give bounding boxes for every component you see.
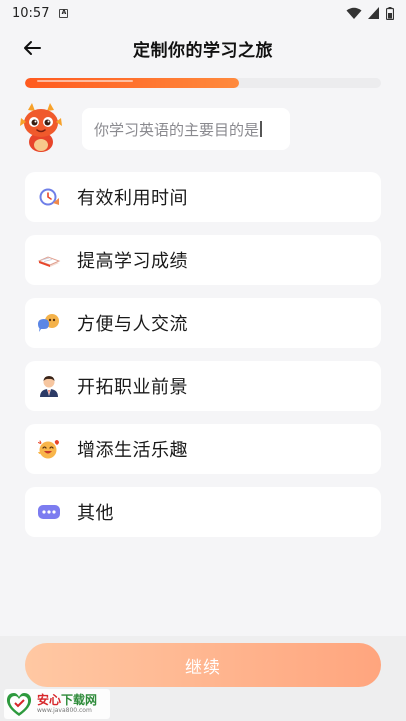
option-label: 开拓职业前景: [77, 377, 188, 398]
option-label: 其他: [77, 503, 114, 524]
question-text: 你学习英语的主要目的是: [94, 120, 260, 139]
option-item-time[interactable]: 有效利用时间: [25, 172, 381, 222]
arrow-left-icon: [24, 41, 41, 55]
chat-bubbles-icon: [37, 311, 61, 335]
back-button[interactable]: [18, 34, 46, 62]
option-label: 有效利用时间: [77, 188, 188, 209]
clock-icon: [37, 185, 61, 209]
watermark-name: 安心下载网: [37, 693, 98, 707]
notification-icon: A: [59, 8, 69, 18]
option-item-grades[interactable]: 提高学习成绩: [25, 235, 381, 285]
status-bar: 10:57 A: [0, 0, 406, 26]
progress-fill: [25, 78, 239, 88]
heart-logo-icon: [6, 693, 32, 716]
happy-face-icon: [37, 437, 61, 461]
battery-icon: [386, 6, 394, 20]
businessman-icon: [37, 374, 61, 398]
status-left: 10:57 A: [12, 5, 69, 21]
signal-icon: [368, 7, 379, 19]
option-label: 增添生活乐趣: [77, 440, 188, 461]
watermark-url: www.java800.com: [37, 707, 92, 714]
progress-shine: [37, 80, 133, 82]
dragon-mascot-icon: [20, 103, 62, 152]
question-bubble: 你学习英语的主要目的是: [82, 108, 290, 150]
status-time: 10:57: [12, 5, 50, 21]
more-dots-icon: [37, 500, 61, 524]
option-label: 方便与人交流: [77, 314, 188, 335]
option-label: 提高学习成绩: [77, 251, 188, 272]
option-item-fun[interactable]: 增添生活乐趣: [25, 424, 381, 474]
continue-button[interactable]: 继续: [25, 643, 381, 687]
header: 定制你的学习之旅: [0, 26, 406, 70]
watermark: 安心下载网 www.java800.com: [4, 689, 110, 719]
option-item-communication[interactable]: 方便与人交流: [25, 298, 381, 348]
progress-bar: [25, 78, 381, 88]
typing-caret: [260, 121, 262, 137]
wifi-icon: [346, 7, 362, 19]
page-title: 定制你的学习之旅: [133, 40, 273, 61]
status-right: [346, 6, 394, 20]
watermark-text: 安心下载网 www.java800.com: [37, 694, 97, 714]
option-item-career[interactable]: 开拓职业前景: [25, 361, 381, 411]
option-item-other[interactable]: 其他: [25, 487, 381, 537]
options-list: 有效利用时间 提高学习成绩 方便与人交流 开拓职业前景 增添生活乐趣 其他: [25, 172, 381, 550]
book-icon: [37, 248, 61, 272]
